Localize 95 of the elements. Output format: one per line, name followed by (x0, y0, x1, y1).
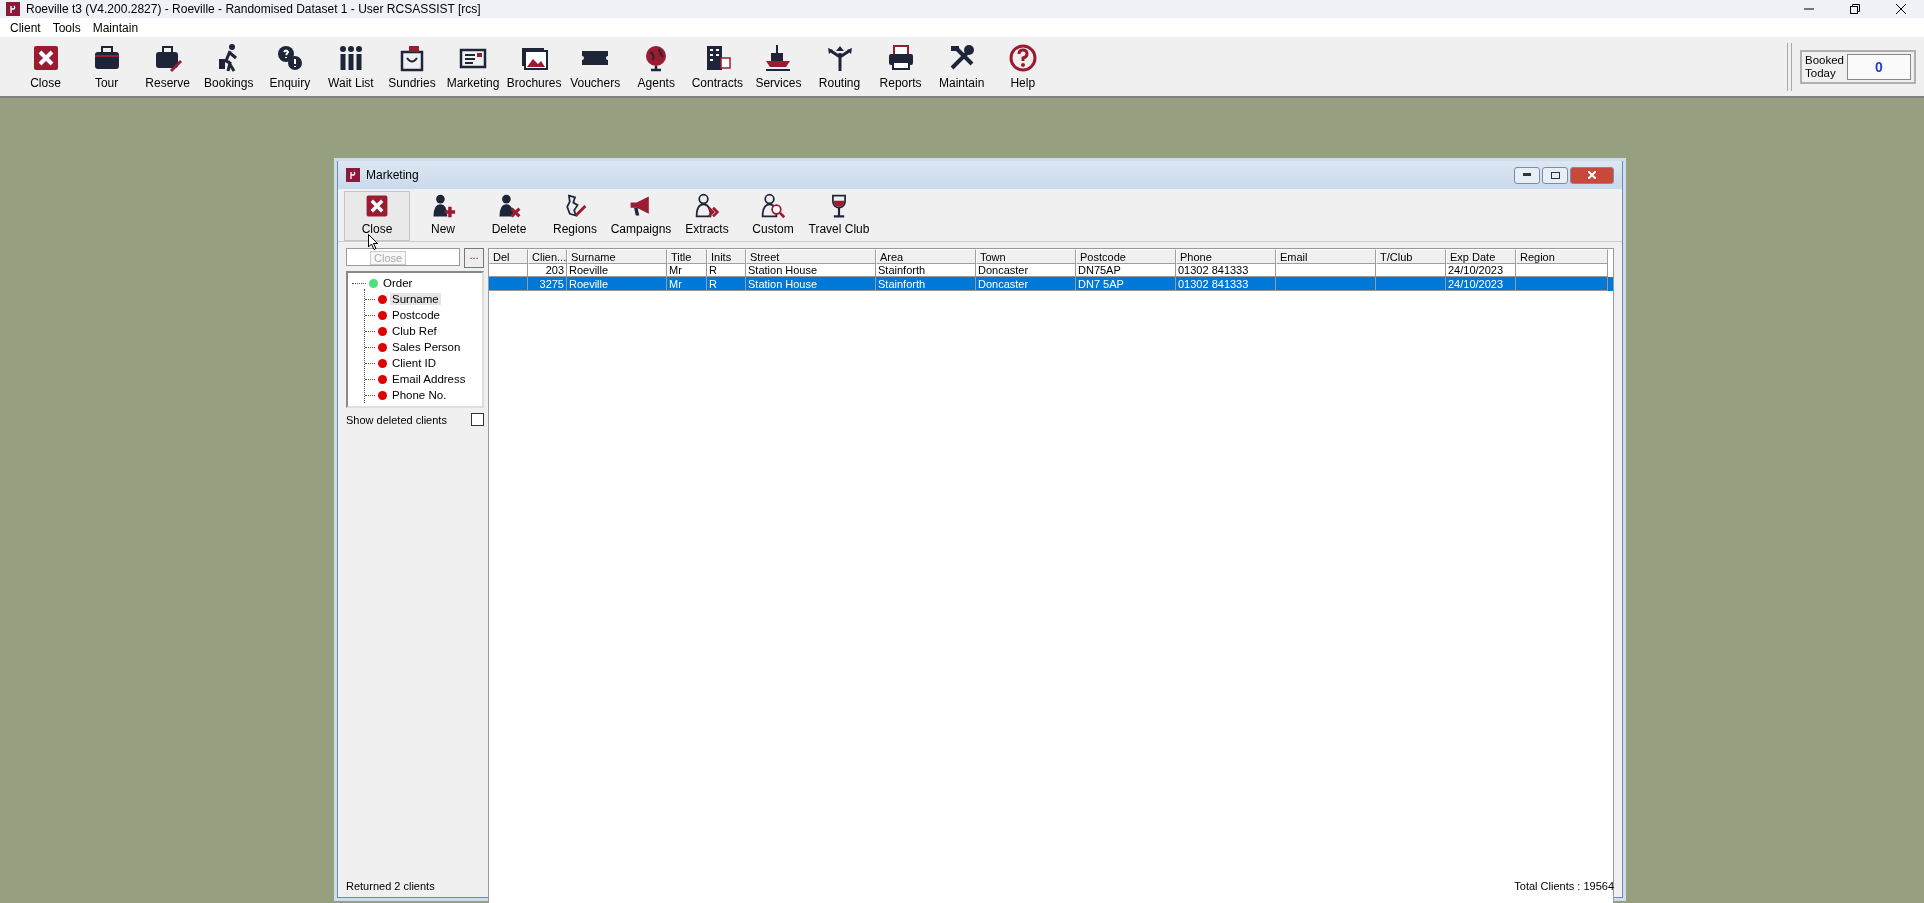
toolbar-button[interactable]: Enquiry (259, 43, 321, 90)
toolbar-button[interactable]: Sundries (381, 43, 443, 90)
toolbar-button[interactable]: Help (992, 43, 1054, 90)
column-header[interactable]: Email (1276, 249, 1376, 264)
help-icon (1007, 43, 1038, 73)
toolbar-button[interactable]: Campaigns (608, 191, 674, 241)
toolbar-button[interactable]: Marketing (442, 43, 504, 90)
window-title: Marketing (366, 168, 420, 182)
toolbar-button[interactable]: New (410, 191, 476, 241)
booked-today-label: Booked Today (1805, 53, 1843, 80)
table-cell: R (709, 278, 717, 290)
table-cell: Roeville (569, 278, 609, 290)
toolbar-button[interactable]: Reports (870, 43, 932, 90)
table-cell: DN7 5AP (1078, 278, 1124, 290)
toolbar-button[interactable]: Delete (476, 191, 542, 241)
table-cell: Doncaster (978, 278, 1029, 290)
toolbar-button[interactable]: Close (344, 191, 410, 241)
menu-item[interactable]: Tools (46, 20, 87, 35)
tree-item[interactable]: Club Ref (390, 325, 439, 337)
column-header[interactable]: Del (489, 249, 528, 264)
column-header[interactable]: Clien... (528, 249, 567, 264)
table-cell: Station House (748, 264, 818, 276)
column-header[interactable]: Title (667, 249, 707, 264)
checkbox[interactable] (471, 413, 484, 426)
tree-item[interactable]: Order (381, 277, 415, 289)
close-icon (1588, 171, 1596, 179)
toolbar-button[interactable]: Custom (740, 191, 806, 241)
column-header[interactable]: T/Club (1376, 249, 1446, 264)
table-cell: Doncaster (978, 264, 1029, 276)
restore-icon (1850, 4, 1860, 14)
toolbar-button[interactable]: Routing (809, 43, 870, 90)
window-title: Roeville t3 (V4.200.2827) - Roeville - Randomised Dataset 1 - User RCSASSIST [rcs] (26, 2, 482, 16)
tree-item[interactable]: Sales Person (390, 341, 463, 353)
booked-today-value: 0 (1847, 53, 1911, 80)
tree-item[interactable]: Postcode (390, 309, 442, 321)
table-cell: Roeville (569, 264, 609, 276)
toolbar-button[interactable]: Maintain (931, 43, 993, 90)
table-cell: 3275 (539, 278, 564, 290)
toolbar-button[interactable]: Extracts (674, 191, 740, 241)
toolbar-button[interactable]: Tour (76, 43, 138, 90)
column-header[interactable]: Postcode (1076, 249, 1176, 264)
maximize-icon (1550, 171, 1560, 179)
table-row[interactable]: 3275 Roeville Mr R Station House Stainforth Doncaster DN7 5AP 01302 841333 24/10/2023 (489, 277, 1613, 291)
toolbar-button[interactable]: Agents (625, 43, 687, 90)
browse-button[interactable]: ... (464, 248, 484, 268)
column-header[interactable]: Region (1516, 249, 1608, 264)
toolbar-button[interactable]: Reserve (137, 43, 199, 90)
table-cell: Stainforth (878, 278, 926, 290)
mouse-cursor-icon (368, 234, 378, 250)
toolbar-button[interactable]: Wait List (320, 43, 382, 90)
table-cell: 01302 841333 (1178, 264, 1249, 276)
toolbar-button[interactable]: Vouchers (564, 43, 626, 90)
menu-item[interactable]: Maintain (86, 20, 145, 35)
tree-item[interactable]: Email Address (390, 373, 468, 385)
person-magnifier-icon (760, 193, 786, 219)
table-cell: Station House (748, 278, 818, 290)
toolbar-button[interactable]: Bookings (198, 43, 260, 90)
toolbar-button[interactable]: Regions (542, 191, 608, 241)
table-cell: 203 (545, 264, 564, 276)
table-cell: 24/10/2023 (1448, 278, 1504, 290)
column-header[interactable]: Street (746, 249, 876, 264)
status-text: Returned 2 clients (346, 880, 435, 892)
column-header[interactable]: Inits (707, 249, 746, 264)
tooltip: Close (370, 251, 407, 265)
minimize-icon (1523, 173, 1531, 177)
column-header[interactable]: Town (976, 249, 1076, 264)
table-cell: 01302 841333 (1178, 278, 1249, 290)
column-header[interactable]: Phone (1176, 249, 1276, 264)
toolbar-button[interactable]: Contracts (686, 43, 748, 90)
checkbox-label: Show deleted clients (346, 413, 447, 426)
maximize-button[interactable] (1542, 166, 1568, 184)
table-cell: R (709, 264, 717, 276)
close-icon (1896, 4, 1906, 14)
table-cell: Mr (669, 278, 682, 290)
app-logo (6, 2, 20, 16)
toolbar-button[interactable]: Close (15, 43, 76, 90)
table-cell: 24/10/2023 (1448, 264, 1504, 276)
column-header[interactable]: Exp Date (1446, 249, 1516, 264)
toolbar-button[interactable]: Brochures (503, 43, 565, 90)
window-logo (346, 168, 360, 182)
minimize-button[interactable] (1514, 166, 1540, 184)
column-header[interactable]: Surname (567, 249, 667, 264)
tree-item[interactable]: Phone No. (390, 389, 449, 401)
tree-item[interactable]: Client ID (390, 357, 439, 369)
toolbar-button[interactable]: Services (747, 43, 809, 90)
table-cell: Stainforth (878, 264, 926, 276)
table-cell: DN75AP (1078, 264, 1121, 276)
person-arrow-icon (694, 193, 720, 219)
close-icon (364, 193, 390, 219)
total-clients-text: Total Clients : 19564 (1514, 880, 1614, 892)
tree-item[interactable]: Surname (390, 293, 441, 305)
table-cell: Mr (669, 264, 682, 276)
column-header[interactable]: Area (876, 249, 976, 264)
menu-item[interactable]: Client (4, 20, 47, 35)
toolbar-button[interactable]: Travel Club (806, 191, 872, 241)
